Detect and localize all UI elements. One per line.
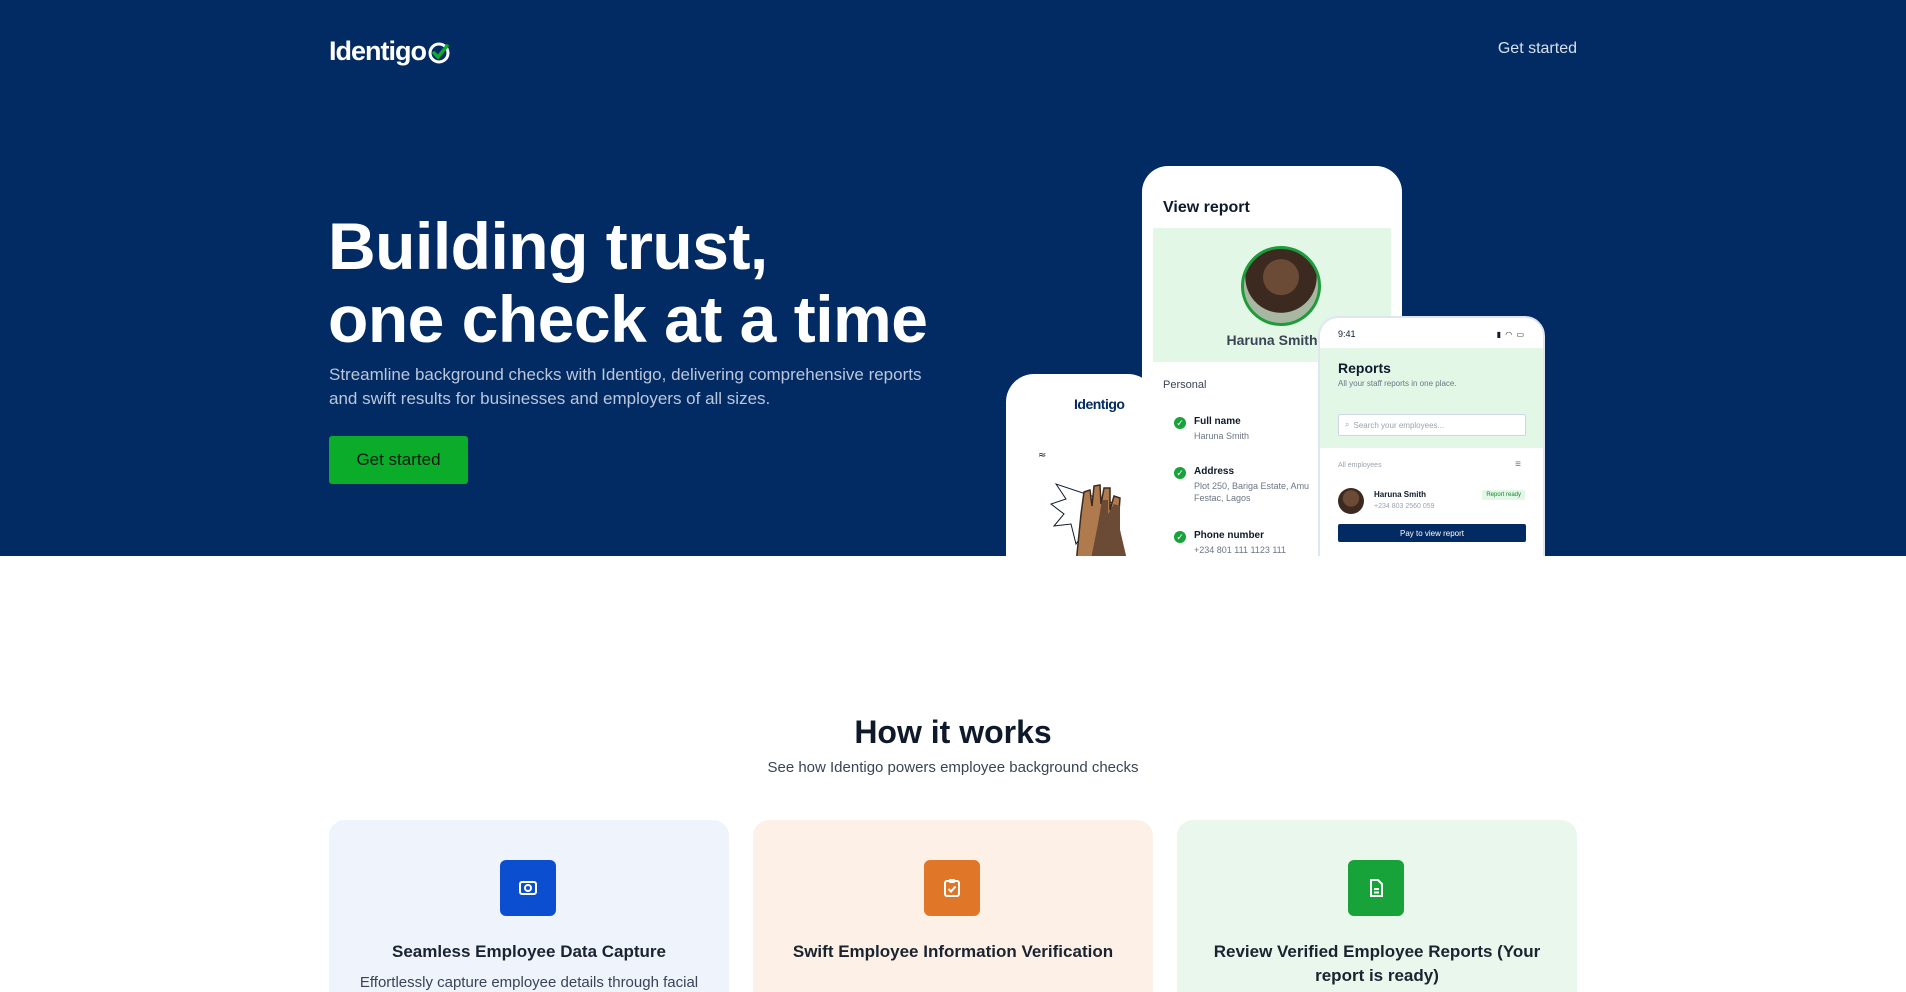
logo-text: Identigo: [329, 36, 427, 66]
status-time: 9:41: [1338, 329, 1356, 339]
high-five-illustration: ≈: [1038, 450, 1127, 556]
logo[interactable]: Identigo: [329, 36, 451, 67]
report-item-phone: ✓ Phone number +234 801 111 1123 111: [1174, 530, 1334, 556]
check-icon: ✓: [1174, 531, 1186, 543]
nav-get-started-link[interactable]: Get started: [1498, 40, 1577, 58]
hero-title: Building trust, one check at a time: [328, 210, 968, 356]
report-item-label: Address: [1194, 466, 1235, 477]
how-it-works-title: How it works: [854, 714, 1052, 750]
employee-phone: +234 803 2560 059: [1374, 503, 1435, 510]
feature-card-description: Effortlessly capture employee details th…: [359, 974, 699, 991]
report-item-label: Full name: [1194, 416, 1241, 427]
svg-text:≈: ≈: [1038, 450, 1046, 461]
feature-card-data-capture: Seamless Employee Data Capture Effortles…: [329, 820, 729, 992]
employee-search-input[interactable]: ⌕ Search your employees...: [1338, 414, 1526, 436]
pay-to-view-report-button[interactable]: Pay to view report: [1338, 524, 1526, 542]
hero-subtitle: Streamline background checks with Identi…: [329, 365, 922, 408]
phone-logo: Identigo: [1074, 396, 1125, 412]
feature-card-title: Swift Employee Information Verification: [792, 942, 1114, 961]
feature-card-title: Review Verified Employee Reports (Your r…: [1213, 942, 1541, 985]
avatar: [1338, 488, 1364, 514]
check-icon: ✓: [1174, 467, 1186, 479]
status-badge: Report ready: [1482, 490, 1525, 500]
employee-name: Haruna Smith: [1374, 490, 1427, 499]
search-icon: ⌕: [1345, 420, 1350, 429]
hero-section: Identigo Get started Building trust, one…: [0, 0, 1906, 556]
document-icon: [1348, 860, 1404, 916]
clipboard-check-icon: [924, 860, 980, 916]
how-it-works-subtitle: See how Identigo powers employee backgro…: [767, 759, 1139, 776]
all-employees-label: All employees: [1338, 462, 1382, 469]
reports-subtitle: All your staff reports in one place.: [1338, 379, 1457, 388]
hero-get-started-button[interactable]: Get started: [329, 436, 468, 484]
feature-card-verification: Swift Employee Information Verification: [753, 820, 1153, 992]
report-item-full-name: ✓ Full name Haruna Smith: [1174, 416, 1334, 442]
phone-mockup-reports: 9:41 ▮ ◠ ▭ Reports All your staff report…: [1318, 316, 1545, 556]
view-report-title: View report: [1163, 199, 1250, 216]
check-icon: ✓: [1174, 417, 1186, 429]
reports-title: Reports: [1338, 360, 1391, 376]
report-item-label: Phone number: [1194, 530, 1265, 541]
report-item-value: Plot 250, Bariga Estate, Amu Festac, Lag…: [1194, 481, 1310, 503]
feature-card-review-reports: Review Verified Employee Reports (Your r…: [1177, 820, 1577, 992]
hero-title-line2: one check at a time: [328, 282, 928, 356]
status-icons: ▮ ◠ ▭: [1496, 330, 1525, 339]
logo-check-icon: [428, 42, 450, 64]
phone-mockup-illustration: Identigo ≈: [1006, 374, 1156, 556]
report-item-address: ✓ Address Plot 250, Bariga Estate, Amu F…: [1174, 466, 1334, 504]
avatar: [1241, 246, 1321, 326]
camera-icon: [500, 860, 556, 916]
filter-icon[interactable]: ≡: [1515, 459, 1521, 470]
report-item-value: Haruna Smith: [1194, 431, 1250, 441]
feature-card-title: Seamless Employee Data Capture: [391, 942, 666, 961]
search-placeholder: Search your employees...: [1353, 420, 1445, 430]
personal-section-label: Personal: [1163, 379, 1207, 391]
hero-title-line1: Building trust,: [328, 209, 768, 283]
report-item-value: +234 801 111 1123 111: [1194, 545, 1287, 555]
